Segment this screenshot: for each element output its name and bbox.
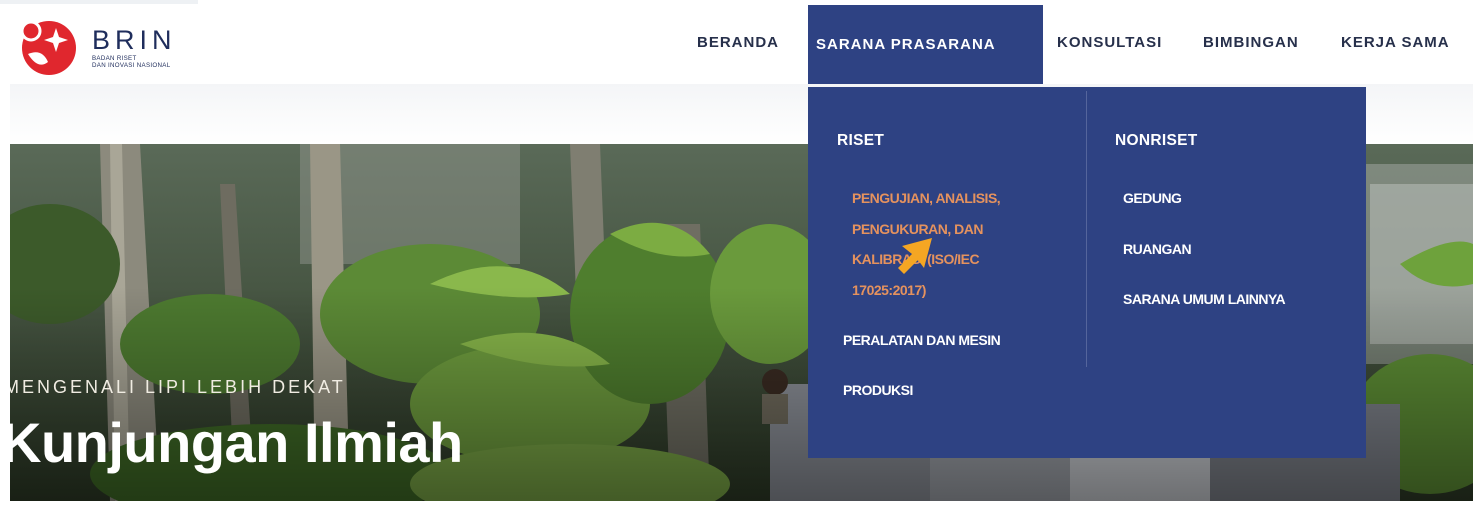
sarana-prasarana-dropdown: RISET PENGUJIAN, ANALISIS, PENGUKURAN, D… [808,87,1366,458]
nav-kerja-sama[interactable]: KERJA SAMA [1341,0,1450,84]
nav-konsultasi[interactable]: KONSULTASI [1057,0,1162,84]
menu-link-produksi[interactable]: PRODUKSI [843,375,913,406]
nonriset-heading: NONRISET [1115,132,1198,149]
menu-link-gedung[interactable]: GEDUNG [1123,183,1182,214]
nav-beranda[interactable]: BERANDA [697,0,779,84]
site-header: BRIN BADAN RISET DAN INOVASI NASIONAL BE… [0,0,1473,84]
hero-title: Kunjungan Ilmiah [10,411,463,474]
menu-link-pengujian-line-4: 17025:2017) [852,281,926,298]
riset-heading: RISET [837,132,885,149]
column-divider [1086,91,1087,367]
menu-link-peralatan-dan-mesin[interactable]: PERALATAN DAN MESIN [843,325,1001,356]
pointer-arrow-icon [898,238,932,274]
nav-bimbingan[interactable]: BIMBINGAN [1203,0,1299,84]
menu-link-ruangan[interactable]: RUANGAN [1123,234,1192,265]
nav-sarana-prasarana[interactable]: SARANA PRASARANA [808,5,1043,84]
main-nav: BERANDA SARANA PRASARANA KONSULTASI BIMB… [0,0,1473,84]
hero-kicker: MENGENALI LIPI LEBIH DEKAT [10,377,346,397]
menu-link-pengujian-line-1: PENGUJIAN, ANALISIS, [852,190,1001,206]
menu-link-sarana-umum-lainnya[interactable]: SARANA UMUM LAINNYA [1123,284,1286,315]
